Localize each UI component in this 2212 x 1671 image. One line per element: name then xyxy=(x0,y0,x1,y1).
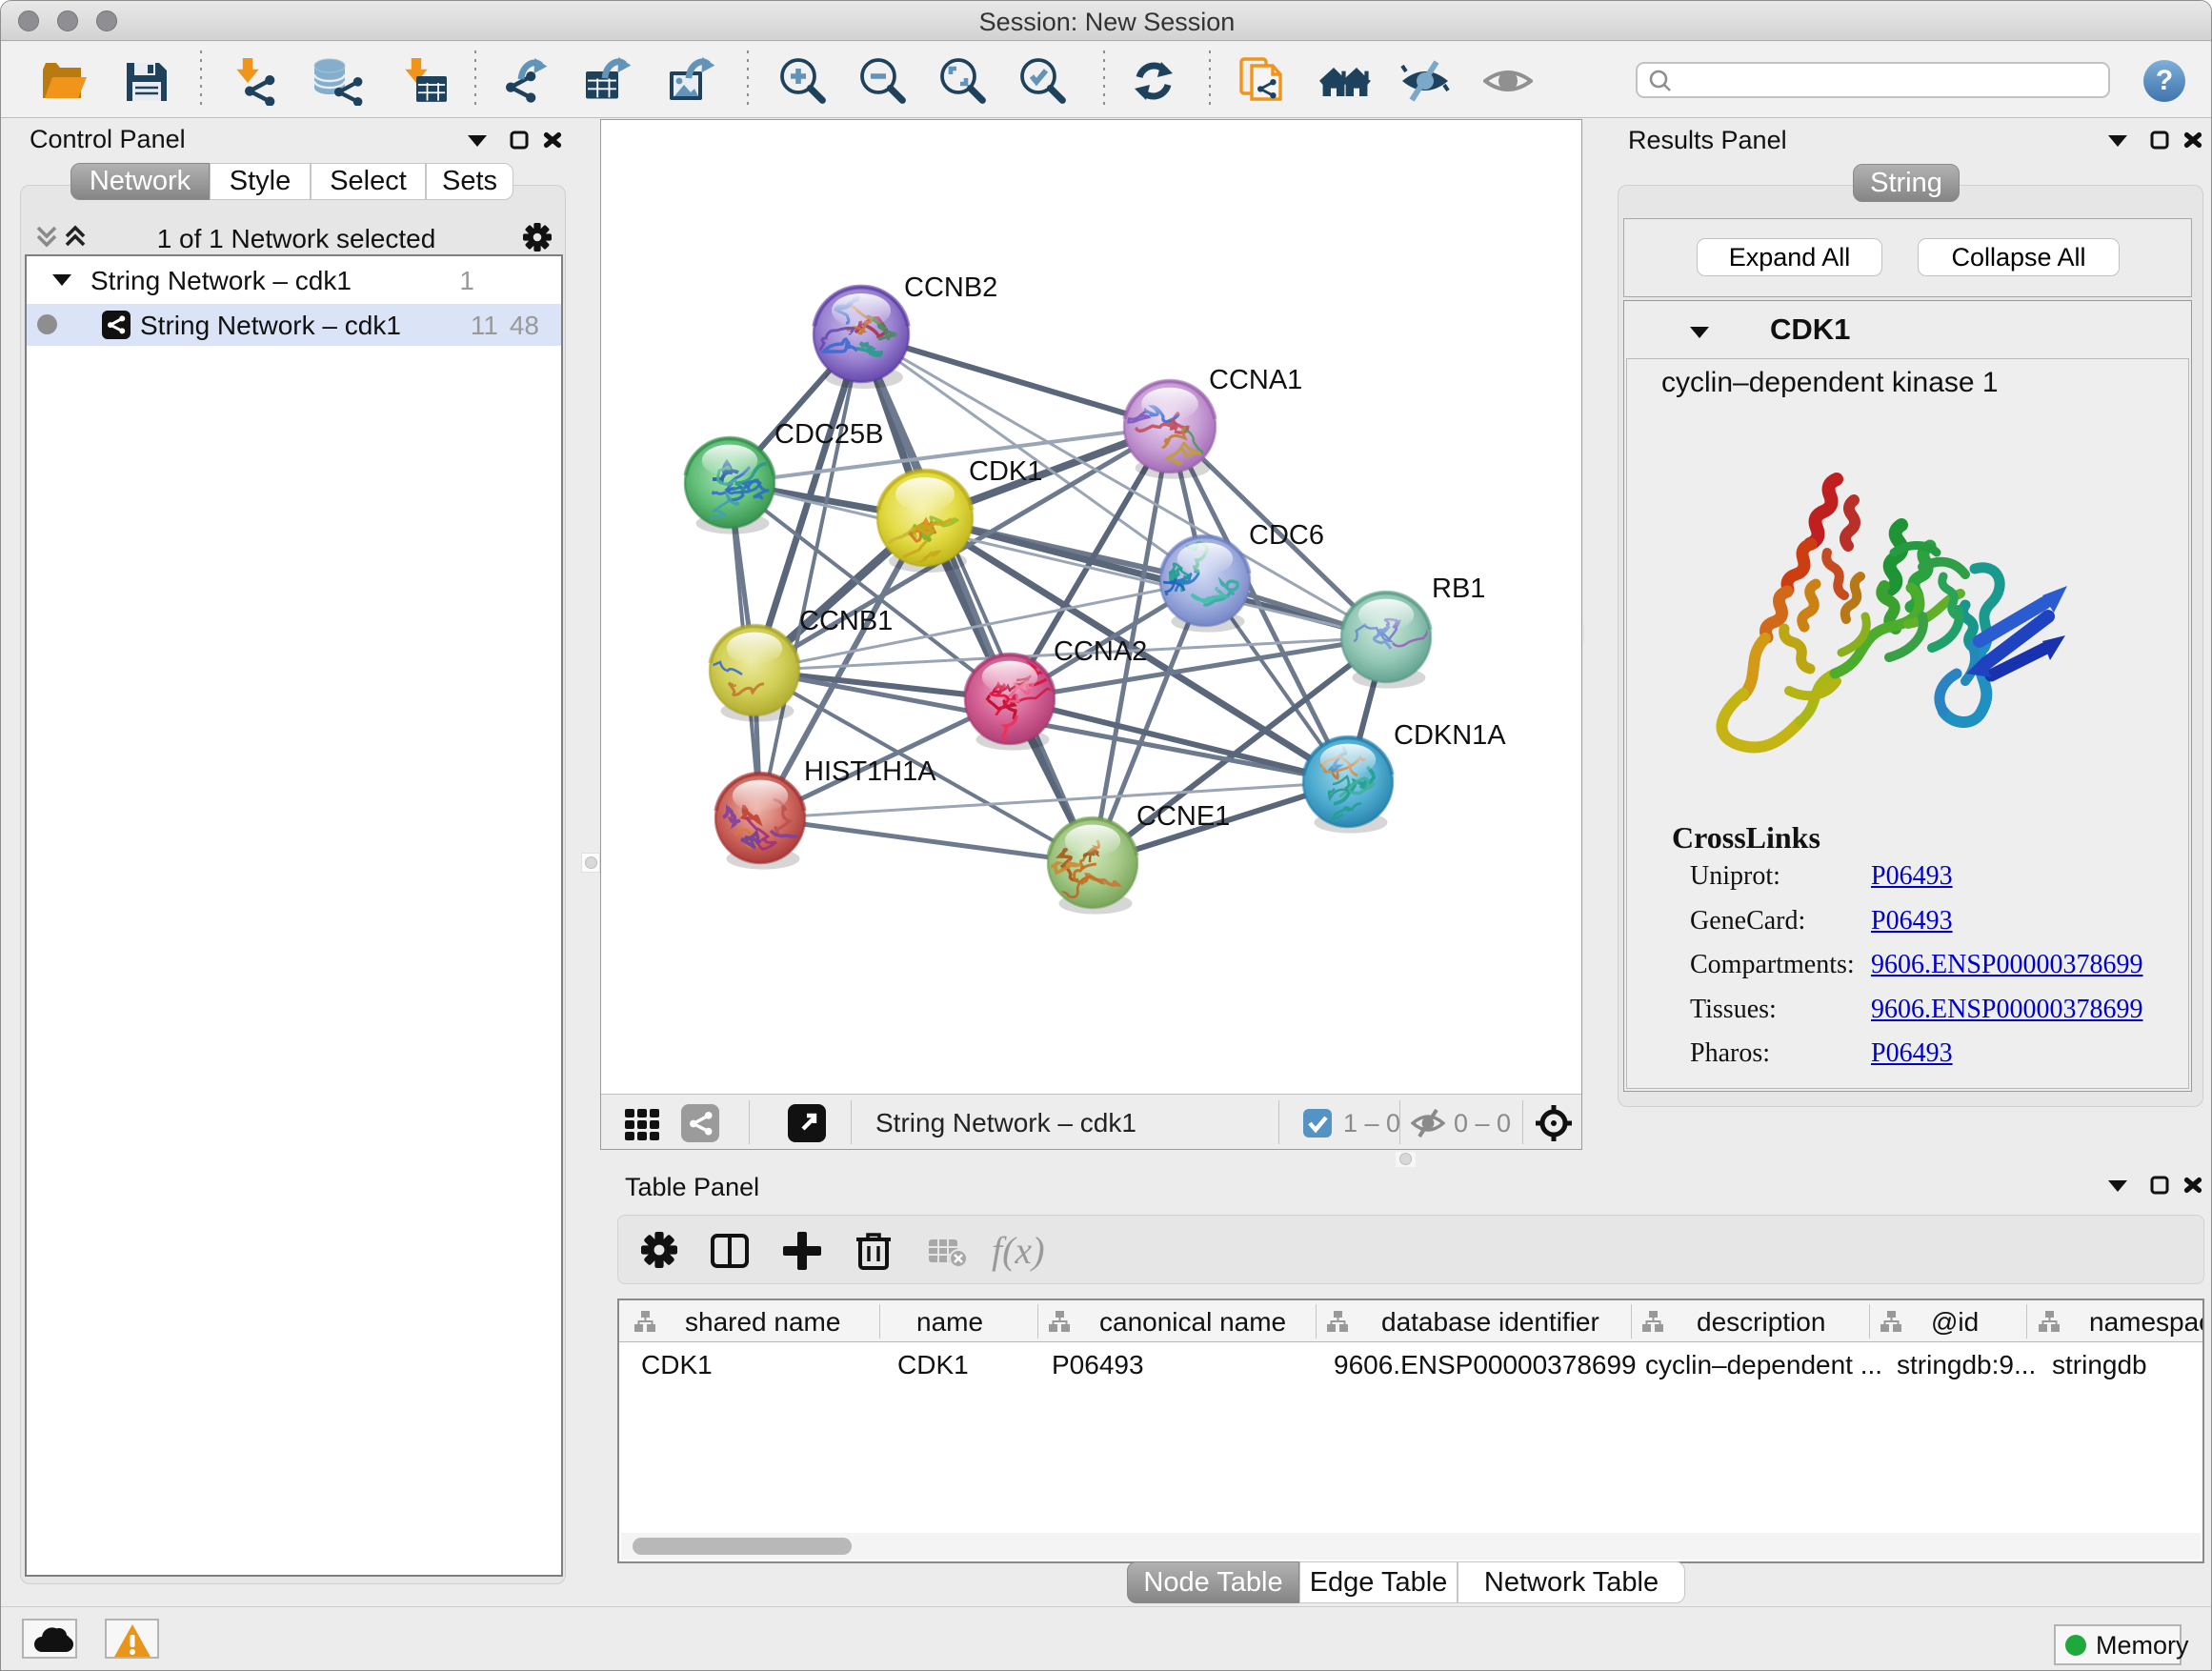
svg-text:CCNE1: CCNE1 xyxy=(1136,801,1230,832)
svg-text:CDC6: CDC6 xyxy=(1249,520,1324,551)
svg-text:CCNB2: CCNB2 xyxy=(904,272,997,303)
svg-text:HIST1H1A: HIST1H1A xyxy=(804,756,936,787)
svg-text:CCNA1: CCNA1 xyxy=(1209,365,1302,395)
svg-text:CDC25B: CDC25B xyxy=(774,419,883,450)
svg-text:CCNA2: CCNA2 xyxy=(1054,636,1147,667)
svg-text:CDKN1A: CDKN1A xyxy=(1394,720,1506,751)
svg-text:CDK1: CDK1 xyxy=(969,456,1042,487)
svg-text:CCNB1: CCNB1 xyxy=(799,606,893,636)
svg-text:RB1: RB1 xyxy=(1432,574,1485,604)
